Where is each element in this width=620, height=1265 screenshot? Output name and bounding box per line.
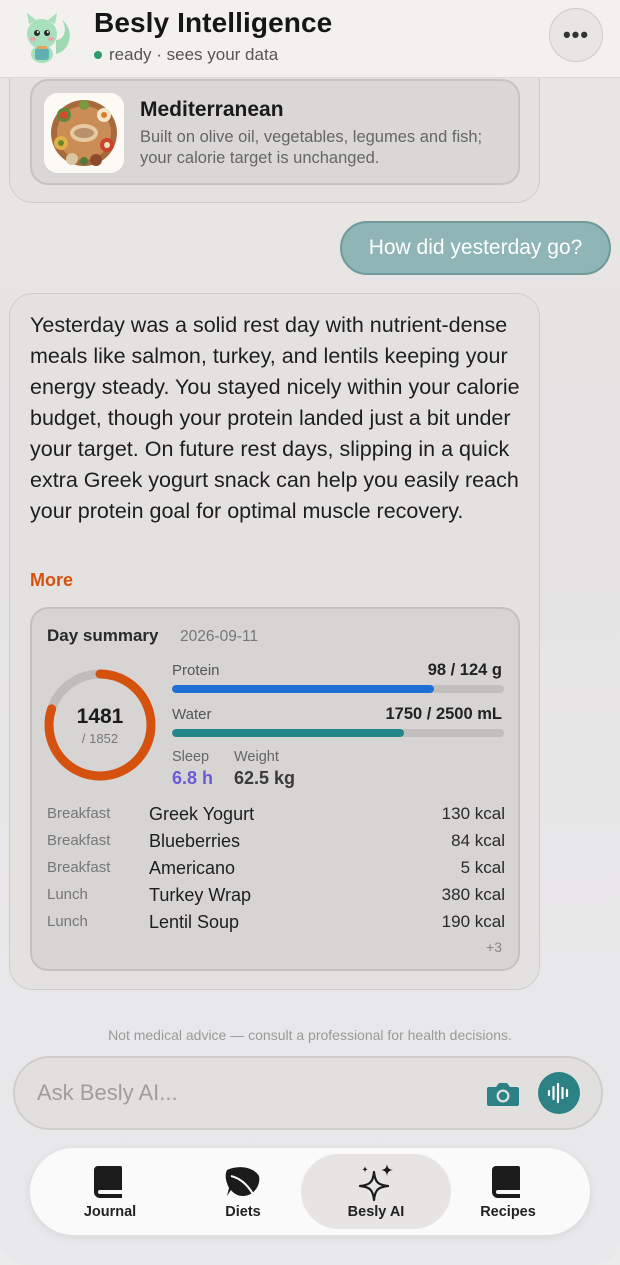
water-bar bbox=[172, 729, 504, 737]
tab-journal[interactable]: Journal bbox=[45, 1148, 175, 1235]
meal-name: Americano bbox=[149, 858, 236, 878]
protein-label: Protein bbox=[172, 662, 220, 679]
weight-label: Weight bbox=[234, 749, 279, 765]
more-meals-count[interactable]: +3 bbox=[486, 939, 502, 955]
chat-input-bar[interactable]: Ask Besly AI... bbox=[13, 1056, 603, 1130]
status-row: ready · sees your data bbox=[94, 45, 278, 65]
camera-icon[interactable] bbox=[485, 1078, 521, 1110]
meal-name: Turkey Wrap bbox=[149, 885, 252, 905]
protein-bar-fill bbox=[172, 685, 435, 693]
meal-kcal: 84 kcal bbox=[451, 831, 505, 850]
ellipsis-icon: ••• bbox=[562, 22, 590, 47]
meal-kcal: 5 kcal bbox=[460, 858, 505, 877]
tab-besly-ai[interactable]: Besly AI bbox=[301, 1154, 451, 1229]
meal-row[interactable]: Breakfast Greek Yogurt 130 kcal bbox=[47, 804, 505, 832]
meal-kcal: 130 kcal bbox=[441, 804, 505, 823]
meal-name: Blueberries bbox=[149, 831, 241, 851]
water-value: 1750 / 2500 mL bbox=[385, 705, 503, 723]
meal-row[interactable]: Lunch Lentil Soup 190 kcal bbox=[47, 912, 505, 940]
tab-label: Besly AI bbox=[347, 1204, 405, 1220]
meal-row[interactable]: Lunch Turkey Wrap 380 kcal bbox=[47, 885, 505, 913]
header: Besly Intelligence ready · sees your dat… bbox=[0, 0, 620, 78]
tab-diets[interactable]: Diets bbox=[178, 1148, 308, 1235]
meal-type: Lunch bbox=[47, 886, 88, 903]
calorie-goal: / 1852 bbox=[81, 731, 119, 746]
user-message-bubble: How did yesterday go? bbox=[340, 221, 611, 275]
diet-card[interactable]: Mediterranean Built on olive oil, vegeta… bbox=[30, 79, 520, 185]
app-screen: Mediterranean Built on olive oil, vegeta… bbox=[0, 0, 620, 1265]
meal-type: Lunch bbox=[47, 913, 88, 930]
meal-type: Breakfast bbox=[47, 859, 111, 876]
waveform-icon bbox=[547, 1082, 569, 1104]
meal-type: Breakfast bbox=[47, 832, 111, 849]
tab-label: Diets bbox=[225, 1204, 261, 1220]
protein-bar bbox=[172, 685, 504, 693]
day-summary-date: 2026-09-11 bbox=[180, 628, 259, 645]
more-options-button[interactable]: ••• bbox=[549, 8, 603, 62]
leaf-icon bbox=[225, 1167, 260, 1196]
water-bar-fill bbox=[172, 729, 405, 737]
water-label: Water bbox=[172, 706, 212, 723]
meal-row[interactable]: Breakfast Americano 5 kcal bbox=[47, 858, 505, 886]
protein-value: 98 / 124 g bbox=[427, 661, 502, 679]
calorie-value: 1481 bbox=[76, 705, 124, 728]
diet-image bbox=[44, 93, 124, 173]
sleep-value: 6.8 h bbox=[172, 768, 214, 788]
meal-type: Breakfast bbox=[47, 805, 111, 822]
weight-value: 62.5 kg bbox=[234, 768, 296, 788]
meal-kcal: 380 kcal bbox=[441, 885, 505, 904]
tab-recipes[interactable]: Recipes bbox=[443, 1148, 573, 1235]
status-dot bbox=[94, 51, 102, 59]
meal-name: Greek Yogurt bbox=[149, 804, 255, 824]
day-summary-title: Day summary bbox=[47, 626, 159, 645]
assistant-message-text: Yesterday was a solid rest day with nutr… bbox=[30, 313, 520, 523]
chat-input[interactable]: Ask Besly AI... bbox=[37, 1080, 178, 1106]
book-icon bbox=[94, 1166, 122, 1198]
day-summary-card[interactable]: Day summary 2026-09-11 1481 / 1852 Prote… bbox=[30, 607, 520, 971]
meal-kcal: 190 kcal bbox=[441, 912, 505, 931]
status-text: ready · sees your data bbox=[109, 45, 279, 64]
sleep-label: Sleep bbox=[172, 749, 210, 765]
tab-label: Journal bbox=[83, 1204, 137, 1220]
diet-description: Built on olive oil, vegetables, legumes … bbox=[140, 128, 483, 167]
sparkles-icon bbox=[358, 1164, 393, 1202]
recipe-book-icon bbox=[492, 1166, 520, 1198]
meal-name: Lentil Soup bbox=[149, 912, 240, 932]
tab-label: Recipes bbox=[480, 1204, 536, 1220]
more-link[interactable]: More bbox=[30, 570, 73, 591]
disclaimer-text: Not medical advice — consult a professio… bbox=[108, 1027, 512, 1043]
meal-row[interactable]: Breakfast Blueberries 84 kcal bbox=[47, 831, 505, 859]
diet-title: Mediterranean bbox=[140, 98, 284, 121]
app-title: Besly Intelligence bbox=[94, 7, 333, 38]
voice-input-button[interactable] bbox=[538, 1072, 580, 1114]
tab-bar: Journal Diets Besly AI Recipes bbox=[30, 1148, 590, 1235]
mascot-avatar bbox=[18, 10, 74, 64]
